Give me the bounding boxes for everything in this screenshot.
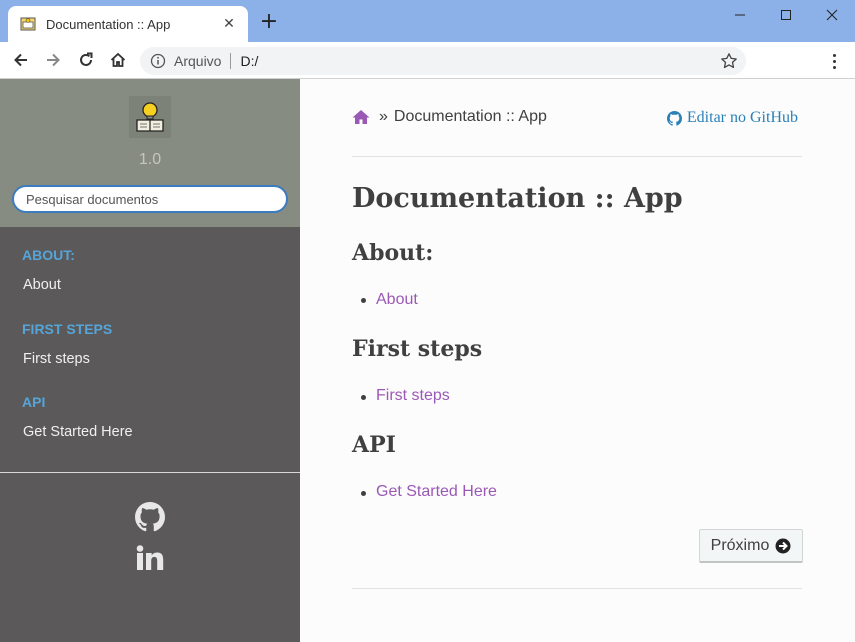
app-favicon-icon: [20, 16, 36, 32]
edit-on-github-link[interactable]: Editar no GitHub: [666, 109, 798, 127]
linkedin-icon[interactable]: [134, 542, 166, 574]
sidebar-item-get-started[interactable]: Get Started Here: [23, 424, 133, 440]
list-bullet: [361, 491, 366, 496]
home-icon: [110, 52, 126, 67]
project-logo[interactable]: [129, 96, 171, 138]
sidebar-item-first-steps[interactable]: First steps: [23, 351, 90, 367]
sidebar-item-about[interactable]: About: [23, 277, 61, 293]
section-heading-api: API: [352, 432, 396, 458]
home-button[interactable]: [105, 48, 131, 72]
github-icon[interactable]: [134, 501, 166, 533]
caption-api: API: [22, 394, 46, 410]
back-button[interactable]: [8, 48, 34, 72]
maximize-button[interactable]: [763, 4, 809, 26]
version-label: 1.0: [138, 151, 162, 168]
close-window-button[interactable]: [809, 4, 855, 26]
link-first-steps[interactable]: First steps: [376, 387, 450, 405]
reload-icon: [80, 52, 93, 66]
caption-first-steps: FIRST STEPS: [22, 321, 113, 337]
breadcrumb: » Documentation :: App: [352, 108, 547, 126]
list-bullet: [361, 298, 366, 303]
section-heading-first-steps: First steps: [352, 336, 483, 362]
address-scheme-label: Arquivo: [174, 53, 222, 69]
sidebar: 1.0 ABOUT: About FIRST STEPS First steps…: [0, 79, 300, 642]
edit-on-github-label: Editar no GitHub: [686, 109, 798, 126]
main-content: » Documentation :: App Editar no GitHub …: [300, 79, 855, 642]
browser-titlebar: Documentation :: App ✕ +: [0, 0, 855, 42]
link-about[interactable]: About: [376, 291, 418, 309]
next-button-label: Próximo: [710, 536, 770, 554]
forward-button[interactable]: [40, 48, 66, 72]
back-arrow-icon: [14, 53, 27, 67]
arrow-circle-right-icon: [775, 538, 791, 553]
forward-arrow-icon: [47, 53, 60, 67]
browser-tab[interactable]: Documentation :: App ✕: [8, 6, 248, 42]
bookmark-star-icon[interactable]: [720, 52, 738, 70]
next-button[interactable]: Próximo: [699, 529, 803, 563]
reload-button[interactable]: [73, 48, 99, 72]
breadcrumb-current: Documentation :: App: [393, 108, 547, 125]
caption-about: ABOUT:: [22, 247, 75, 263]
breadcrumb-separator: »: [379, 108, 388, 125]
address-bar[interactable]: Arquivo D:/: [140, 47, 746, 75]
new-tab-button[interactable]: +: [259, 11, 279, 33]
book-lightbulb-icon: [136, 102, 164, 132]
section-heading-about: About:: [352, 240, 434, 266]
link-get-started[interactable]: Get Started Here: [376, 483, 497, 501]
home-icon[interactable]: [352, 109, 370, 125]
browser-menu-button[interactable]: [824, 50, 844, 72]
search-input[interactable]: [12, 185, 288, 213]
browser-toolbar: Arquivo D:/: [0, 42, 855, 79]
close-tab-icon[interactable]: ✕: [220, 16, 238, 32]
page-title: Documentation :: App: [352, 183, 683, 214]
address-url[interactable]: D:/: [240, 53, 720, 69]
list-bullet: [361, 395, 366, 400]
footer-divider: [352, 588, 802, 589]
header-divider: [352, 156, 802, 157]
address-separator: [230, 53, 232, 69]
info-icon[interactable]: [150, 53, 166, 69]
minimize-button[interactable]: [717, 4, 763, 26]
sidebar-header: 1.0: [0, 79, 300, 227]
sidebar-divider: [0, 472, 300, 473]
github-icon: [666, 110, 682, 126]
tab-title: Documentation :: App: [46, 16, 171, 32]
